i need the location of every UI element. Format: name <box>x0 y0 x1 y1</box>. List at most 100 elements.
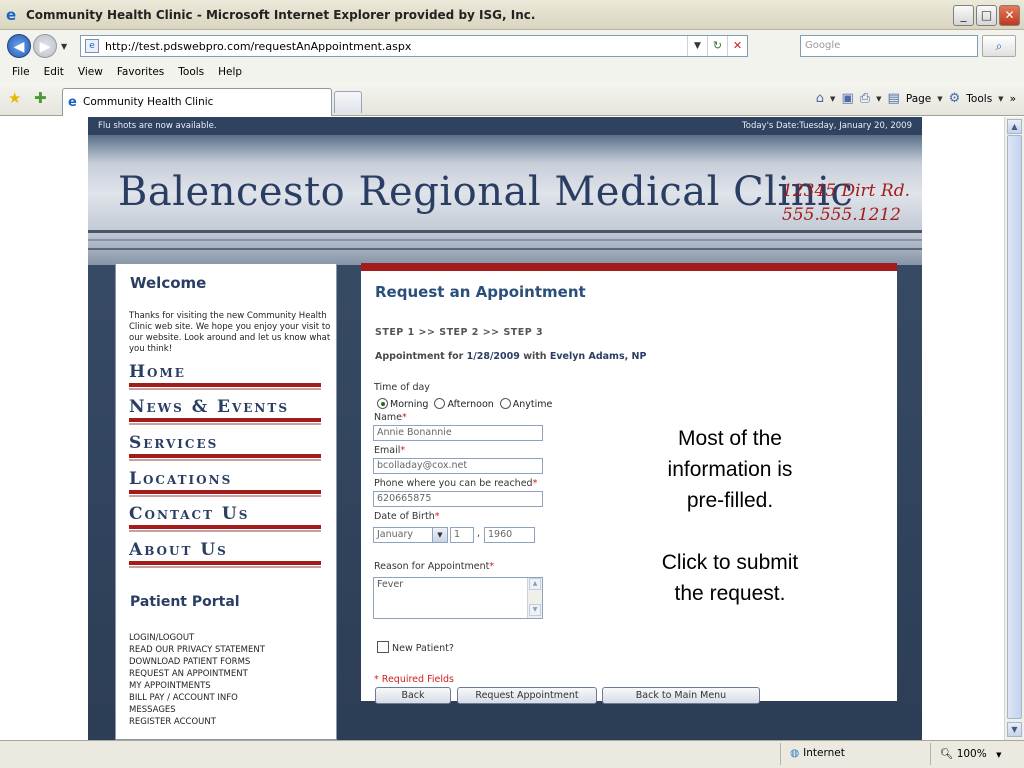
page-viewport: Flu shots are now available. Today's Dat… <box>0 117 1004 740</box>
forward-nav-button[interactable]: ▶ <box>33 34 57 58</box>
portal-link-request[interactable]: REQUEST AN APPOINTMENT <box>129 668 248 680</box>
reason-textarea[interactable]: Fever ▲ ▼ <box>373 577 543 619</box>
page-scrollbar[interactable]: ▲ ▼ <box>1004 117 1024 740</box>
command-bar: ⌂ ▼ ▣ ⎙ ▼ ▤ Page ▼ ⚙ Tools ▼ » <box>816 91 1016 106</box>
dob-separator: , <box>477 528 481 539</box>
print-icon[interactable]: ⎙ <box>860 91 870 106</box>
nav-contact-us[interactable]: Contact Us <box>129 504 321 532</box>
phone-field[interactable]: 620665875 <box>373 491 543 507</box>
dob-month-select[interactable]: January ▼ <box>373 527 448 543</box>
new-patient-checkbox[interactable]: New Patient? <box>377 641 454 654</box>
reason-label: Reason for Appointment* <box>374 561 495 572</box>
dob-year-field[interactable]: 1960 <box>484 527 535 543</box>
appointment-prefix: Appointment for <box>375 351 464 362</box>
menu-tools[interactable]: Tools <box>178 66 204 78</box>
close-button[interactable]: ✕ <box>999 5 1020 26</box>
nav-about-us[interactable]: About Us <box>129 540 321 568</box>
dob-month-value: January <box>377 529 414 540</box>
address-url[interactable]: http://test.pdswebpro.com/requestAnAppoi… <box>105 40 411 53</box>
tools-dropdown-icon[interactable]: ▼ <box>998 95 1003 103</box>
chevron-more-icon[interactable]: » <box>1010 93 1016 105</box>
chevron-down-icon[interactable]: ▼ <box>432 528 447 542</box>
nav-locations[interactable]: Locations <box>129 469 321 497</box>
home-dropdown-icon[interactable]: ▼ <box>830 95 835 103</box>
menu-help[interactable]: Help <box>218 66 242 78</box>
portal-link-register[interactable]: REGISTER ACCOUNT <box>129 716 216 728</box>
annotation-text: Most of the information is pre-filled. C… <box>661 427 799 605</box>
portal-link-privacy[interactable]: READ OUR PRIVACY STATEMENT <box>129 644 265 656</box>
dob-day-field[interactable]: 1 <box>450 527 474 543</box>
scroll-up-icon[interactable]: ▲ <box>529 578 541 590</box>
banner-stripe <box>88 248 922 250</box>
back-to-main-menu-button[interactable]: Back to Main Menu <box>602 687 760 704</box>
refresh-icon[interactable]: ↻ <box>707 36 727 56</box>
zoom-control[interactable]: 🔍︎ 100% ▼ <box>940 747 1001 760</box>
radio-afternoon[interactable]: Afternoon <box>434 398 494 410</box>
menu-favorites[interactable]: Favorites <box>117 66 164 78</box>
portal-link-login[interactable]: LOGIN/LOGOUT <box>129 632 194 644</box>
tab-label: Community Health Clinic <box>83 96 214 108</box>
zone-label: Internet <box>803 747 845 759</box>
new-patient-label: New Patient? <box>392 643 454 654</box>
scroll-down-icon[interactable]: ▼ <box>529 604 541 616</box>
phone-label: Phone where you can be reached* <box>374 478 538 489</box>
menu-edit[interactable]: Edit <box>44 66 64 78</box>
menu-file[interactable]: File <box>12 66 30 78</box>
menu-view[interactable]: View <box>78 66 103 78</box>
window-titlebar: e Community Health Clinic - Microsoft In… <box>0 0 1024 30</box>
scroll-up-icon[interactable]: ▲ <box>1007 119 1022 134</box>
scroll-thumb[interactable] <box>1007 135 1022 719</box>
home-icon[interactable]: ⌂ <box>816 91 824 106</box>
radio-afternoon-icon[interactable] <box>434 398 446 409</box>
sidebar: Welcome Thanks for visiting the new Comm… <box>115 263 337 740</box>
welcome-title: Welcome <box>130 274 207 292</box>
zoom-dropdown-icon[interactable]: ▼ <box>996 751 1001 759</box>
tools-menu[interactable]: Tools <box>966 93 992 105</box>
page-dropdown-icon[interactable]: ▼ <box>937 95 942 103</box>
add-favorite-icon[interactable]: ✚ <box>34 89 47 107</box>
search-input[interactable]: Google <box>800 35 978 57</box>
new-tab-button[interactable] <box>334 91 362 113</box>
radio-morning[interactable]: Morning <box>377 398 428 410</box>
dob-label: Date of Birth* <box>374 511 440 522</box>
request-appointment-button[interactable]: Request Appointment <box>457 687 597 704</box>
nav-news-events[interactable]: News & Events <box>129 397 321 425</box>
minimize-button[interactable]: _ <box>953 5 974 26</box>
back-button[interactable]: Back <box>375 687 451 704</box>
address-field[interactable]: e http://test.pdswebpro.com/requestAnApp… <box>80 35 748 57</box>
back-nav-button[interactable]: ◀ <box>7 34 31 58</box>
feeds-icon[interactable]: ▣ <box>841 91 853 106</box>
history-dropdown-icon[interactable]: ▼ <box>61 42 67 51</box>
tab-community-health-clinic[interactable]: e Community Health Clinic <box>62 88 332 116</box>
nav-services[interactable]: Services <box>129 433 321 461</box>
email-label: Email* <box>374 445 406 456</box>
clinic-address: 12345 Dirt Rd. 555.555.1212 <box>782 179 910 227</box>
required-fields-note: * Required Fields <box>374 674 454 685</box>
print-dropdown-icon[interactable]: ▼ <box>876 95 881 103</box>
appointment-summary: Appointment for 1/28/2009 with Evelyn Ad… <box>375 351 646 362</box>
top-strip: Flu shots are now available. Today's Dat… <box>88 117 922 135</box>
name-field[interactable]: Annie Bonannie <box>373 425 543 441</box>
scroll-down-icon[interactable]: ▼ <box>1007 722 1022 737</box>
radio-anytime-icon[interactable] <box>499 398 511 409</box>
search-icon[interactable]: ⌕ <box>982 35 1016 57</box>
address-dropdown-icon[interactable]: ▼ <box>687 36 707 56</box>
favorites-star-icon[interactable]: ★ <box>8 89 21 107</box>
email-field[interactable]: bcolladay@cox.net <box>373 458 543 474</box>
menu-bar: File Edit View Favorites Tools Help <box>0 62 1024 82</box>
stop-icon[interactable]: ✕ <box>727 36 747 56</box>
time-of-day-group: Morning Afternoon Anytime <box>377 398 552 410</box>
portal-link-forms[interactable]: DOWNLOAD PATIENT FORMS <box>129 656 250 668</box>
checkbox-icon[interactable] <box>377 641 389 653</box>
radio-anytime[interactable]: Anytime <box>499 398 552 410</box>
page-menu[interactable]: Page <box>906 93 931 105</box>
portal-link-billpay[interactable]: BILL PAY / ACCOUNT INFO <box>129 692 238 704</box>
textarea-scrollbar[interactable]: ▲ ▼ <box>527 578 542 618</box>
todays-date: Today's Date:Tuesday, January 20, 2009 <box>742 121 912 131</box>
radio-morning-icon[interactable] <box>377 398 388 409</box>
maximize-button[interactable]: □ <box>976 5 997 26</box>
portal-link-messages[interactable]: MESSAGES <box>129 704 176 716</box>
portal-link-appointments[interactable]: MY APPOINTMENTS <box>129 680 211 692</box>
nav-home[interactable]: Home <box>129 362 321 390</box>
banner-stripe <box>88 230 922 233</box>
